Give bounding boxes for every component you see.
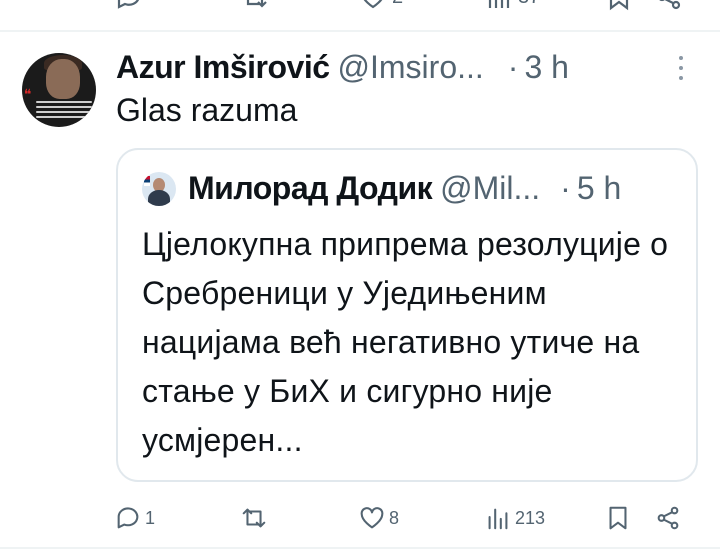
like-icon xyxy=(363,0,383,9)
views-icon xyxy=(488,508,508,530)
quoted-tweet-timestamp: 5 h xyxy=(576,169,622,206)
reply-icon xyxy=(117,0,139,9)
repost-button[interactable] xyxy=(240,502,271,534)
share-icon xyxy=(657,506,679,530)
reply-icon xyxy=(117,507,139,529)
quoted-tweet-header: Милорад Додик @Mil... · 5 h xyxy=(188,166,621,210)
reply-button[interactable] xyxy=(114,0,144,12)
view-count: 37 xyxy=(518,0,540,9)
repost-button[interactable] xyxy=(240,0,270,12)
more-icon[interactable] xyxy=(676,56,686,80)
reply-count: 1 xyxy=(145,507,156,528)
share-button[interactable] xyxy=(654,502,682,534)
like-count: 2 xyxy=(392,0,403,9)
author-handle[interactable]: @Imsiro... xyxy=(338,49,484,86)
tweet-actions: 1 8 213 xyxy=(0,498,720,538)
quoted-tweet-card[interactable]: Милорад Додик @Mil... · 5 h Цјелокупна п… xyxy=(116,148,698,482)
quoted-author-handle: @Mil... xyxy=(440,169,541,206)
quoted-tweet-text: Цјелокупна припрема резолуције о Сребрен… xyxy=(142,226,669,458)
views-button[interactable]: 37 xyxy=(484,0,540,12)
reply-button[interactable]: 1 xyxy=(114,502,155,534)
views-icon xyxy=(488,0,510,8)
bookmark-icon xyxy=(609,506,627,530)
divider-top xyxy=(0,30,720,32)
separator-dot: · xyxy=(507,48,519,85)
repost-icon xyxy=(246,0,267,8)
like-count: 8 xyxy=(389,507,400,528)
view-count: 213 xyxy=(515,507,546,528)
bookmark-button[interactable] xyxy=(604,502,632,534)
separator-dot: · xyxy=(560,169,571,206)
tweet-header: Azur Imširović @Imsiro... · 3 h xyxy=(116,44,569,90)
author-avatar[interactable]: ❝ xyxy=(22,53,96,127)
repost-icon xyxy=(242,508,266,528)
share-icon xyxy=(659,0,681,10)
author-display-name[interactable]: Azur Imširović xyxy=(116,49,330,86)
tweet-text: Glas razuma xyxy=(116,92,298,128)
divider-bottom xyxy=(0,547,720,549)
like-button[interactable]: 8 xyxy=(358,502,399,534)
quoted-author-avatar xyxy=(142,172,176,206)
tweet-timestamp[interactable]: 3 h xyxy=(524,49,568,86)
share-button[interactable] xyxy=(654,0,684,12)
like-button[interactable]: 2 xyxy=(358,0,403,12)
bookmark-button[interactable] xyxy=(604,0,634,12)
views-button[interactable]: 213 xyxy=(484,502,545,534)
quote-mark-icon: ❝ xyxy=(24,86,32,102)
like-icon xyxy=(360,507,384,529)
bookmark-icon xyxy=(609,0,629,11)
quoted-author-display-name: Милорад Додик xyxy=(188,169,433,206)
previous-tweet-actions: 2 37 xyxy=(0,0,720,22)
